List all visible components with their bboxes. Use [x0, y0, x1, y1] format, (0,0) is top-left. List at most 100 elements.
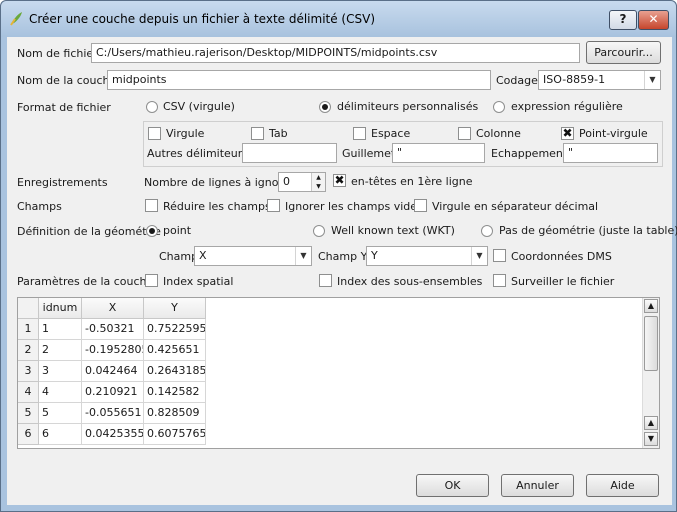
table-cell[interactable]: 3 — [39, 361, 82, 382]
delim-tab-checkbox[interactable] — [251, 127, 264, 140]
delim-semicolon-checkbox[interactable]: ✖ — [561, 127, 574, 140]
table-cell[interactable]: -0.50321 — [82, 319, 144, 340]
chevron-down-icon: ▼ — [471, 247, 487, 265]
table-cell[interactable]: -0.055651 — [82, 403, 144, 424]
format-csv-radio[interactable] — [146, 101, 158, 113]
table-cell[interactable]: 0.6075765 — [144, 424, 206, 445]
file-format-label: Format de fichier — [17, 101, 111, 114]
decimal-comma-label: Virgule en séparateur décimal — [432, 200, 599, 213]
scroll-thumb[interactable] — [644, 316, 658, 371]
trim-fields-checkbox[interactable] — [145, 199, 158, 212]
table-cell[interactable]: 2 — [39, 340, 82, 361]
scroll-down-icon[interactable]: ▲ — [644, 416, 658, 430]
geometry-point-label: point — [163, 224, 192, 237]
geometry-wkt-radio[interactable] — [313, 225, 325, 237]
x-field-select[interactable]: X ▼ — [194, 246, 312, 266]
table-cell[interactable]: 0.7522595 — [144, 319, 206, 340]
skip-empty-fields-label: Ignorer les champs vides — [285, 200, 423, 213]
layer-name-label: Nom de la couche — [17, 74, 117, 87]
table-vertical-scrollbar[interactable]: ▲ ▲ ▼ — [642, 298, 659, 448]
table-cell[interactable]: 4 — [39, 382, 82, 403]
layer-params-label: Paramètres de la couche — [17, 275, 154, 288]
escape-input[interactable]: " — [563, 143, 658, 163]
table-cell[interactable]: 0.425651 — [144, 340, 206, 361]
y-field-value: Y — [371, 249, 378, 262]
fields-label: Champs — [17, 200, 62, 213]
delim-semicolon-label: Point-virgule — [579, 127, 648, 140]
table-cell[interactable]: 0.0425355 — [82, 424, 144, 445]
chevron-down-icon: ▼ — [295, 247, 311, 265]
table-cell[interactable]: 0.828509 — [144, 403, 206, 424]
other-delimiters-label: Autres délimiteurs — [147, 147, 249, 160]
encoding-value: ISO-8859-1 — [543, 73, 606, 86]
column-header-y[interactable]: Y — [144, 298, 206, 319]
format-regex-radio[interactable] — [493, 101, 505, 113]
delim-colon-label: Colonne — [476, 127, 521, 140]
spin-up-icon[interactable]: ▲ — [311, 173, 325, 182]
watch-file-label: Surveiller le fichier — [511, 275, 615, 288]
table-cell[interactable]: 0.042464 — [82, 361, 144, 382]
encoding-select[interactable]: ISO-8859-1 ▼ — [538, 70, 661, 90]
table-cell[interactable]: 0.210921 — [82, 382, 144, 403]
decimal-comma-checkbox[interactable] — [414, 199, 427, 212]
subset-index-label: Index des sous-ensembles — [337, 275, 483, 288]
geometry-point-radio[interactable] — [146, 225, 158, 237]
scroll-down-icon[interactable]: ▼ — [644, 432, 658, 446]
dialog-window: Créer une couche depuis un fichier à tex… — [0, 0, 677, 512]
encoding-label: Codage — [496, 74, 538, 87]
table-corner[interactable] — [18, 298, 39, 319]
column-header-idnum[interactable]: idnum — [39, 298, 82, 319]
geometry-none-radio[interactable] — [481, 225, 493, 237]
delim-space-checkbox[interactable] — [353, 127, 366, 140]
format-custom-radio[interactable] — [319, 101, 331, 113]
subset-index-checkbox[interactable] — [319, 274, 332, 287]
delim-colon-checkbox[interactable] — [458, 127, 471, 140]
format-csv-label: CSV (virgule) — [163, 100, 235, 113]
dms-label: Coordonnées DMS — [511, 250, 612, 263]
watch-file-checkbox[interactable] — [493, 274, 506, 287]
help-button[interactable]: Aide — [586, 474, 659, 497]
row-header[interactable]: 3 — [18, 361, 39, 382]
row-header[interactable]: 5 — [18, 403, 39, 424]
quote-input[interactable]: " — [392, 143, 485, 163]
dialog-body: Nom de fichier C:/Users/mathieu.rajeriso… — [7, 37, 677, 505]
row-header[interactable]: 2 — [18, 340, 39, 361]
header-row-checkbox[interactable]: ✖ — [333, 174, 346, 187]
help-title-button[interactable]: ? — [609, 10, 637, 30]
geometry-wkt-label: Well known text (WKT) — [331, 224, 455, 237]
other-delimiters-input[interactable] — [242, 143, 337, 163]
cancel-button[interactable]: Annuler — [501, 474, 574, 497]
qgis-logo-icon — [10, 12, 22, 26]
delim-comma-checkbox[interactable] — [148, 127, 161, 140]
layer-name-input[interactable]: midpoints — [107, 70, 491, 90]
sample-data-table[interactable]: idnum X Y 1 1 -0.50321 0.7522595 2 2 -0.… — [17, 297, 660, 449]
dms-checkbox[interactable] — [493, 249, 506, 262]
skip-empty-fields-checkbox[interactable] — [267, 199, 280, 212]
ok-button[interactable]: OK — [416, 474, 489, 497]
y-field-label: Champ Y — [318, 250, 368, 263]
skip-lines-spinner[interactable]: 0 ▲ ▼ — [278, 172, 326, 192]
records-label: Enregistrements — [17, 176, 108, 189]
file-name-label: Nom de fichier — [17, 47, 98, 60]
file-name-input[interactable]: C:/Users/mathieu.rajerison/Desktop/MIDPO… — [91, 43, 580, 63]
browse-button[interactable]: Parcourir... — [586, 41, 661, 64]
skip-lines-value: 0 — [283, 175, 290, 188]
format-regex-label: expression régulière — [511, 100, 623, 113]
column-header-x[interactable]: X — [82, 298, 144, 319]
table-cell[interactable]: 0.142582 — [144, 382, 206, 403]
table-cell[interactable]: 6 — [39, 424, 82, 445]
close-button[interactable]: ✕ — [638, 10, 669, 30]
title-bar[interactable]: Créer une couche depuis un fichier à tex… — [1, 1, 676, 37]
row-header[interactable]: 4 — [18, 382, 39, 403]
table-cell[interactable]: 5 — [39, 403, 82, 424]
table-cell[interactable]: 0.2643185 — [144, 361, 206, 382]
geometry-label: Définition de la géométrie — [17, 225, 161, 238]
spatial-index-checkbox[interactable] — [145, 274, 158, 287]
y-field-select[interactable]: Y ▼ — [366, 246, 488, 266]
table-cell[interactable]: -0.1952805 — [82, 340, 144, 361]
spin-down-icon[interactable]: ▼ — [311, 182, 325, 191]
scroll-up-icon[interactable]: ▲ — [644, 299, 658, 313]
row-header[interactable]: 6 — [18, 424, 39, 445]
row-header[interactable]: 1 — [18, 319, 39, 340]
table-cell[interactable]: 1 — [39, 319, 82, 340]
